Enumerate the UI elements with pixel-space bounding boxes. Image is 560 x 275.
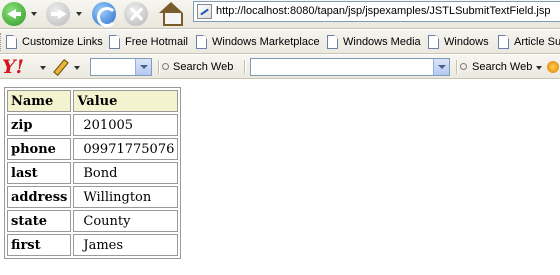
stop-icon[interactable] bbox=[124, 2, 148, 26]
navigation-toolbar: http://localhost:8080/tapan/jsp/jspexamp… bbox=[0, 0, 560, 29]
column-header-name: Name bbox=[7, 90, 72, 112]
page-icon bbox=[109, 35, 120, 49]
magnifier-icon bbox=[162, 63, 169, 70]
form-values-table: Name Value zip 201005 phone 09971775076 … bbox=[4, 87, 182, 259]
toolbar-grip[interactable] bbox=[0, 33, 3, 51]
table-row: state County bbox=[7, 210, 179, 232]
page-icon bbox=[428, 35, 439, 49]
row-value: James bbox=[73, 234, 179, 256]
row-name: state bbox=[7, 210, 72, 232]
row-value: 201005 bbox=[73, 114, 179, 136]
table-header-row: Name Value bbox=[7, 90, 179, 112]
yahoo-dropdown-icon[interactable] bbox=[40, 66, 46, 70]
home-icon[interactable] bbox=[158, 2, 184, 26]
yahoo-toolbar: Y! Search Web Search Web bbox=[0, 55, 560, 79]
page-icon bbox=[498, 35, 509, 49]
link-free-hotmail[interactable]: Free Hotmail bbox=[108, 34, 188, 50]
link-windows-media[interactable]: Windows Media bbox=[326, 34, 421, 50]
link-article[interactable]: Article Su bbox=[497, 34, 560, 50]
pencil-icon[interactable] bbox=[52, 59, 68, 75]
address-text[interactable]: http://localhost:8080/tapan/jsp/jspexamp… bbox=[216, 5, 550, 17]
row-name: zip bbox=[7, 114, 72, 136]
back-icon[interactable] bbox=[2, 2, 26, 26]
table-row: first James bbox=[7, 234, 179, 256]
separator bbox=[244, 60, 246, 74]
row-name: last bbox=[7, 162, 72, 184]
link-windows-marketplace[interactable]: Windows Marketplace bbox=[195, 34, 320, 50]
link-windows[interactable]: Windows bbox=[427, 34, 489, 50]
column-header-value: Value bbox=[73, 90, 179, 112]
table-row: phone 09971775076 bbox=[7, 138, 179, 160]
chevron-down-icon[interactable] bbox=[135, 59, 151, 75]
forward-dropdown-icon[interactable] bbox=[76, 12, 82, 16]
row-name: phone bbox=[7, 138, 72, 160]
row-value: County bbox=[73, 210, 179, 232]
pencil-dropdown-icon[interactable] bbox=[74, 66, 80, 70]
separator bbox=[158, 60, 160, 74]
row-value: Willington bbox=[73, 186, 179, 208]
links-bar: Customize Links Free Hotmail Windows Mar… bbox=[0, 30, 560, 54]
page-icon bbox=[327, 35, 338, 49]
table-row: address Willington bbox=[7, 186, 179, 208]
toolbar-select-small[interactable] bbox=[90, 58, 152, 76]
magnifier-icon bbox=[460, 63, 467, 70]
search-input[interactable] bbox=[250, 58, 450, 76]
table-row: last Bond bbox=[7, 162, 179, 184]
search-web-button-2[interactable]: Search Web bbox=[472, 61, 532, 73]
table-row: zip 201005 bbox=[7, 114, 179, 136]
row-name: first bbox=[7, 234, 72, 256]
row-value: Bond bbox=[73, 162, 179, 184]
page-icon bbox=[197, 4, 212, 19]
search-dropdown-icon[interactable] bbox=[536, 66, 542, 70]
forward-icon[interactable] bbox=[46, 2, 70, 26]
row-value: 09971775076 bbox=[73, 138, 179, 160]
back-dropdown-icon[interactable] bbox=[31, 12, 37, 16]
page-icon bbox=[196, 35, 207, 49]
row-name: address bbox=[7, 186, 72, 208]
page-icon bbox=[6, 35, 17, 49]
link-customize-links[interactable]: Customize Links bbox=[5, 34, 103, 50]
address-bar[interactable]: http://localhost:8080/tapan/jsp/jspexamp… bbox=[193, 1, 560, 22]
refresh-icon[interactable] bbox=[92, 2, 117, 27]
search-web-button[interactable]: Search Web bbox=[173, 61, 233, 73]
separator bbox=[456, 60, 458, 74]
yahoo-logo[interactable]: Y! bbox=[2, 56, 24, 78]
toolbar-extra-icon[interactable] bbox=[547, 61, 559, 73]
chevron-down-icon[interactable] bbox=[433, 59, 449, 75]
